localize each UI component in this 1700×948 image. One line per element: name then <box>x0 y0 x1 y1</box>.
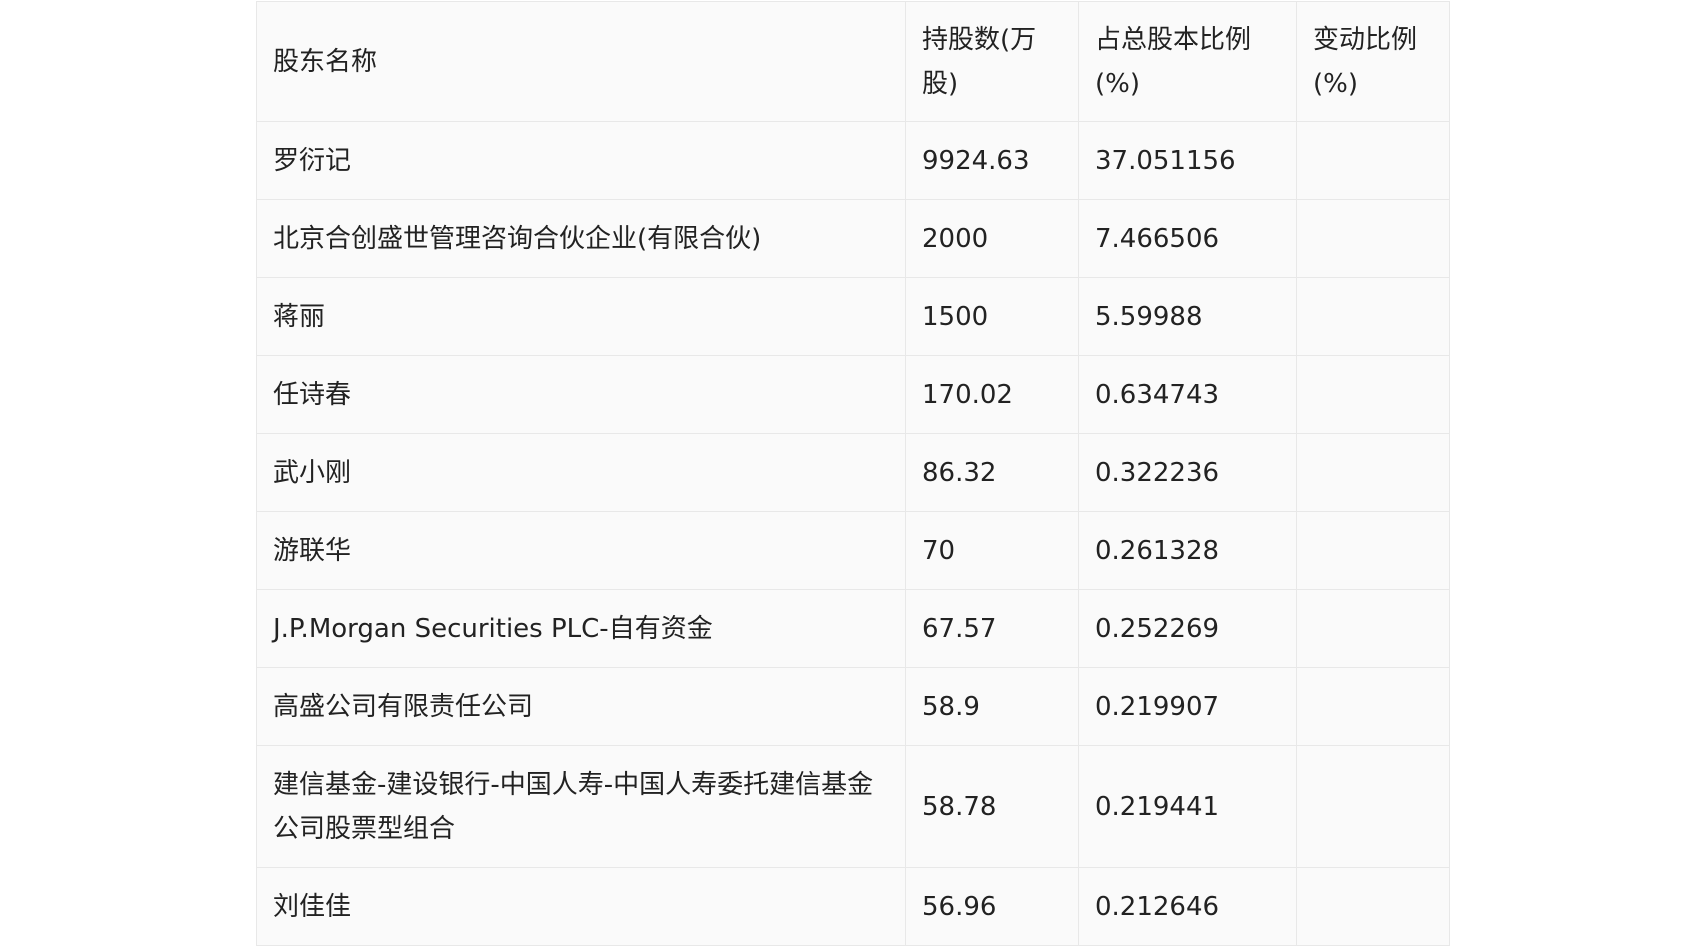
table-row: 刘佳佳 56.96 0.212646 <box>256 867 1450 946</box>
cell-share-ratio: 7.466506 <box>1078 199 1297 278</box>
cell-shares: 2000 <box>905 199 1079 278</box>
table-row: 罗衍记 9924.63 37.051156 <box>256 121 1450 200</box>
cell-change-ratio <box>1296 121 1450 200</box>
cell-share-ratio: 0.219907 <box>1078 667 1297 746</box>
cell-shares: 9924.63 <box>905 121 1079 200</box>
cell-share-ratio: 0.219441 <box>1078 745 1297 868</box>
cell-share-ratio: 5.59988 <box>1078 277 1297 356</box>
cell-change-ratio <box>1296 511 1450 590</box>
cell-share-ratio: 0.322236 <box>1078 433 1297 512</box>
header-change-ratio: 变动比例(%) <box>1296 1 1450 122</box>
cell-shares: 67.57 <box>905 589 1079 668</box>
cell-change-ratio <box>1296 433 1450 512</box>
cell-shareholder-name: 建信基金-建设银行-中国人寿-中国人寿委托建信基金公司股票型组合 <box>256 745 906 868</box>
cell-shareholder-name: 罗衍记 <box>256 121 906 200</box>
cell-share-ratio: 0.261328 <box>1078 511 1297 590</box>
cell-shareholder-name: 北京合创盛世管理咨询合伙企业(有限合伙) <box>256 199 906 278</box>
cell-change-ratio <box>1296 667 1450 746</box>
cell-shares: 58.78 <box>905 745 1079 868</box>
cell-change-ratio <box>1296 867 1450 946</box>
cell-shareholder-name: 刘佳佳 <box>256 867 906 946</box>
cell-shares: 1500 <box>905 277 1079 356</box>
cell-shares: 70 <box>905 511 1079 590</box>
cell-shareholder-name: 游联华 <box>256 511 906 590</box>
cell-shareholder-name: 高盛公司有限责任公司 <box>256 667 906 746</box>
cell-share-ratio: 0.634743 <box>1078 355 1297 434</box>
header-share-ratio: 占总股本比例(%) <box>1078 1 1297 122</box>
cell-change-ratio <box>1296 745 1450 868</box>
cell-shareholder-name: 武小刚 <box>256 433 906 512</box>
cell-change-ratio <box>1296 589 1450 668</box>
shareholder-table-container: 股东名称 持股数(万股) 占总股本比例(%) 变动比例(%) 罗衍记 9924.… <box>256 1 1450 946</box>
cell-share-ratio: 0.252269 <box>1078 589 1297 668</box>
table-header-row: 股东名称 持股数(万股) 占总股本比例(%) 变动比例(%) <box>256 1 1450 122</box>
table-row: 建信基金-建设银行-中国人寿-中国人寿委托建信基金公司股票型组合 58.78 0… <box>256 745 1450 868</box>
cell-shareholder-name: J.P.Morgan Securities PLC-自有资金 <box>256 589 906 668</box>
cell-change-ratio <box>1296 277 1450 356</box>
table-row: 任诗春 170.02 0.634743 <box>256 355 1450 434</box>
table-row: 高盛公司有限责任公司 58.9 0.219907 <box>256 667 1450 746</box>
cell-change-ratio <box>1296 355 1450 434</box>
cell-shares: 56.96 <box>905 867 1079 946</box>
cell-shares: 170.02 <box>905 355 1079 434</box>
cell-share-ratio: 0.212646 <box>1078 867 1297 946</box>
cell-shares: 58.9 <box>905 667 1079 746</box>
table-row: J.P.Morgan Securities PLC-自有资金 67.57 0.2… <box>256 589 1450 668</box>
header-shares: 持股数(万股) <box>905 1 1079 122</box>
cell-shareholder-name: 任诗春 <box>256 355 906 434</box>
shareholder-table: 股东名称 持股数(万股) 占总股本比例(%) 变动比例(%) 罗衍记 9924.… <box>256 1 1450 946</box>
table-row: 蒋丽 1500 5.59988 <box>256 277 1450 356</box>
cell-change-ratio <box>1296 199 1450 278</box>
table-row: 武小刚 86.32 0.322236 <box>256 433 1450 512</box>
table-row: 北京合创盛世管理咨询合伙企业(有限合伙) 2000 7.466506 <box>256 199 1450 278</box>
cell-share-ratio: 37.051156 <box>1078 121 1297 200</box>
header-shareholder-name: 股东名称 <box>256 1 906 122</box>
cell-shareholder-name: 蒋丽 <box>256 277 906 356</box>
table-row: 游联华 70 0.261328 <box>256 511 1450 590</box>
cell-shares: 86.32 <box>905 433 1079 512</box>
